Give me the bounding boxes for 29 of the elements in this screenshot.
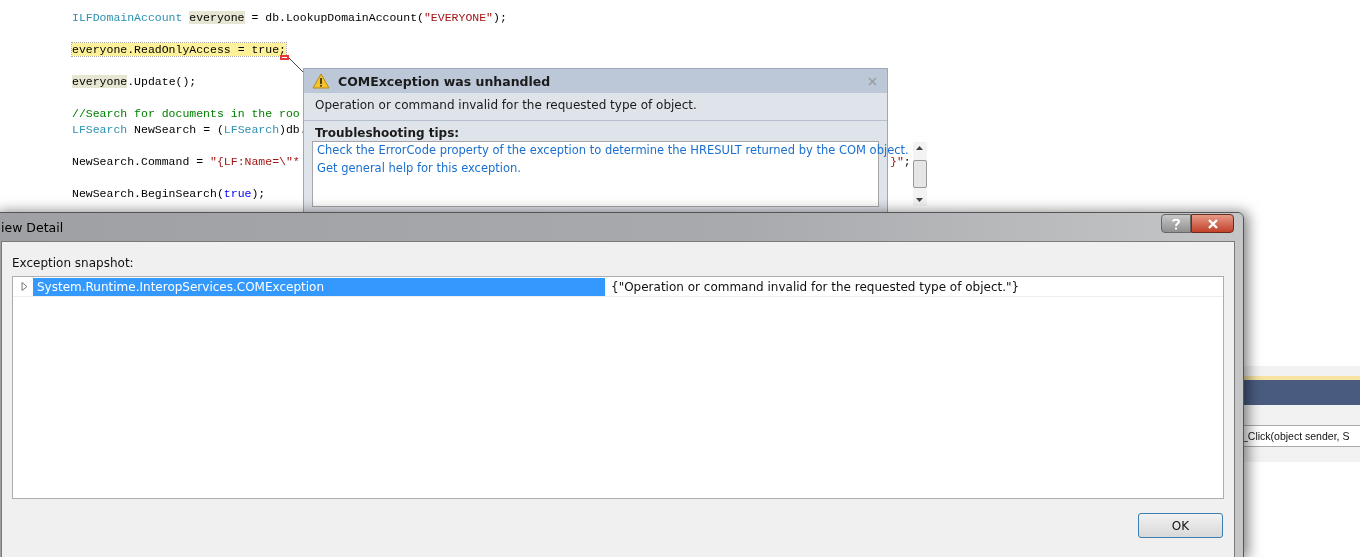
- code-line: NewSearch.BeginSearch(true);: [72, 187, 266, 200]
- code-line: everyone.Update();: [72, 75, 197, 88]
- code-line: //Search for documents in the roo: [72, 107, 300, 120]
- code-line: ILFDomainAccount everyone = db.LookupDomainAccount("EVERYONE");: [72, 11, 507, 24]
- scroll-thumb[interactable]: [912, 160, 927, 188]
- help-icon: [1171, 217, 1181, 230]
- expand-arrow-icon[interactable]: [21, 282, 28, 291]
- warning-icon: [312, 73, 330, 89]
- snapshot-label: Exception snapshot:: [12, 256, 135, 272]
- exception-message: Operation or command invalid for the requested type of object.: [304, 93, 887, 121]
- tip-link[interactable]: Get general help for this exception.: [317, 161, 521, 175]
- help-button[interactable]: [1161, 214, 1191, 233]
- code-line: LFSearch NewSearch = (LFSearch)db.: [72, 123, 307, 136]
- close-button[interactable]: [1191, 214, 1234, 233]
- scroll-down-icon[interactable]: [916, 198, 924, 202]
- close-icon: [868, 76, 877, 86]
- leader-line: [289, 58, 305, 74]
- code-line: NewSearch.Command = "{LF:Name=\"*: [72, 155, 300, 168]
- code-line: }";: [890, 155, 911, 170]
- tips-heading: Troubleshooting tips:: [314, 125, 461, 141]
- scroll-up-icon[interactable]: [916, 146, 924, 150]
- ok-button[interactable]: OK: [1138, 513, 1223, 538]
- value-cell-text: {"Operation or command invalid for the requested type of object."}: [610, 279, 1020, 294]
- scrollbar[interactable]: [912, 142, 927, 206]
- close-icon: [1206, 218, 1219, 229]
- tree-item[interactable]: System.Runtime.InteropServices.COMException: [33, 277, 605, 296]
- dialog-title: iew Detail: [1, 220, 65, 235]
- tip-link[interactable]: Check the ErrorCode property of the exception to determine the HRESULT returned by the COM object.: [317, 143, 909, 157]
- popup-title: COMException was unhandled: [338, 73, 552, 89]
